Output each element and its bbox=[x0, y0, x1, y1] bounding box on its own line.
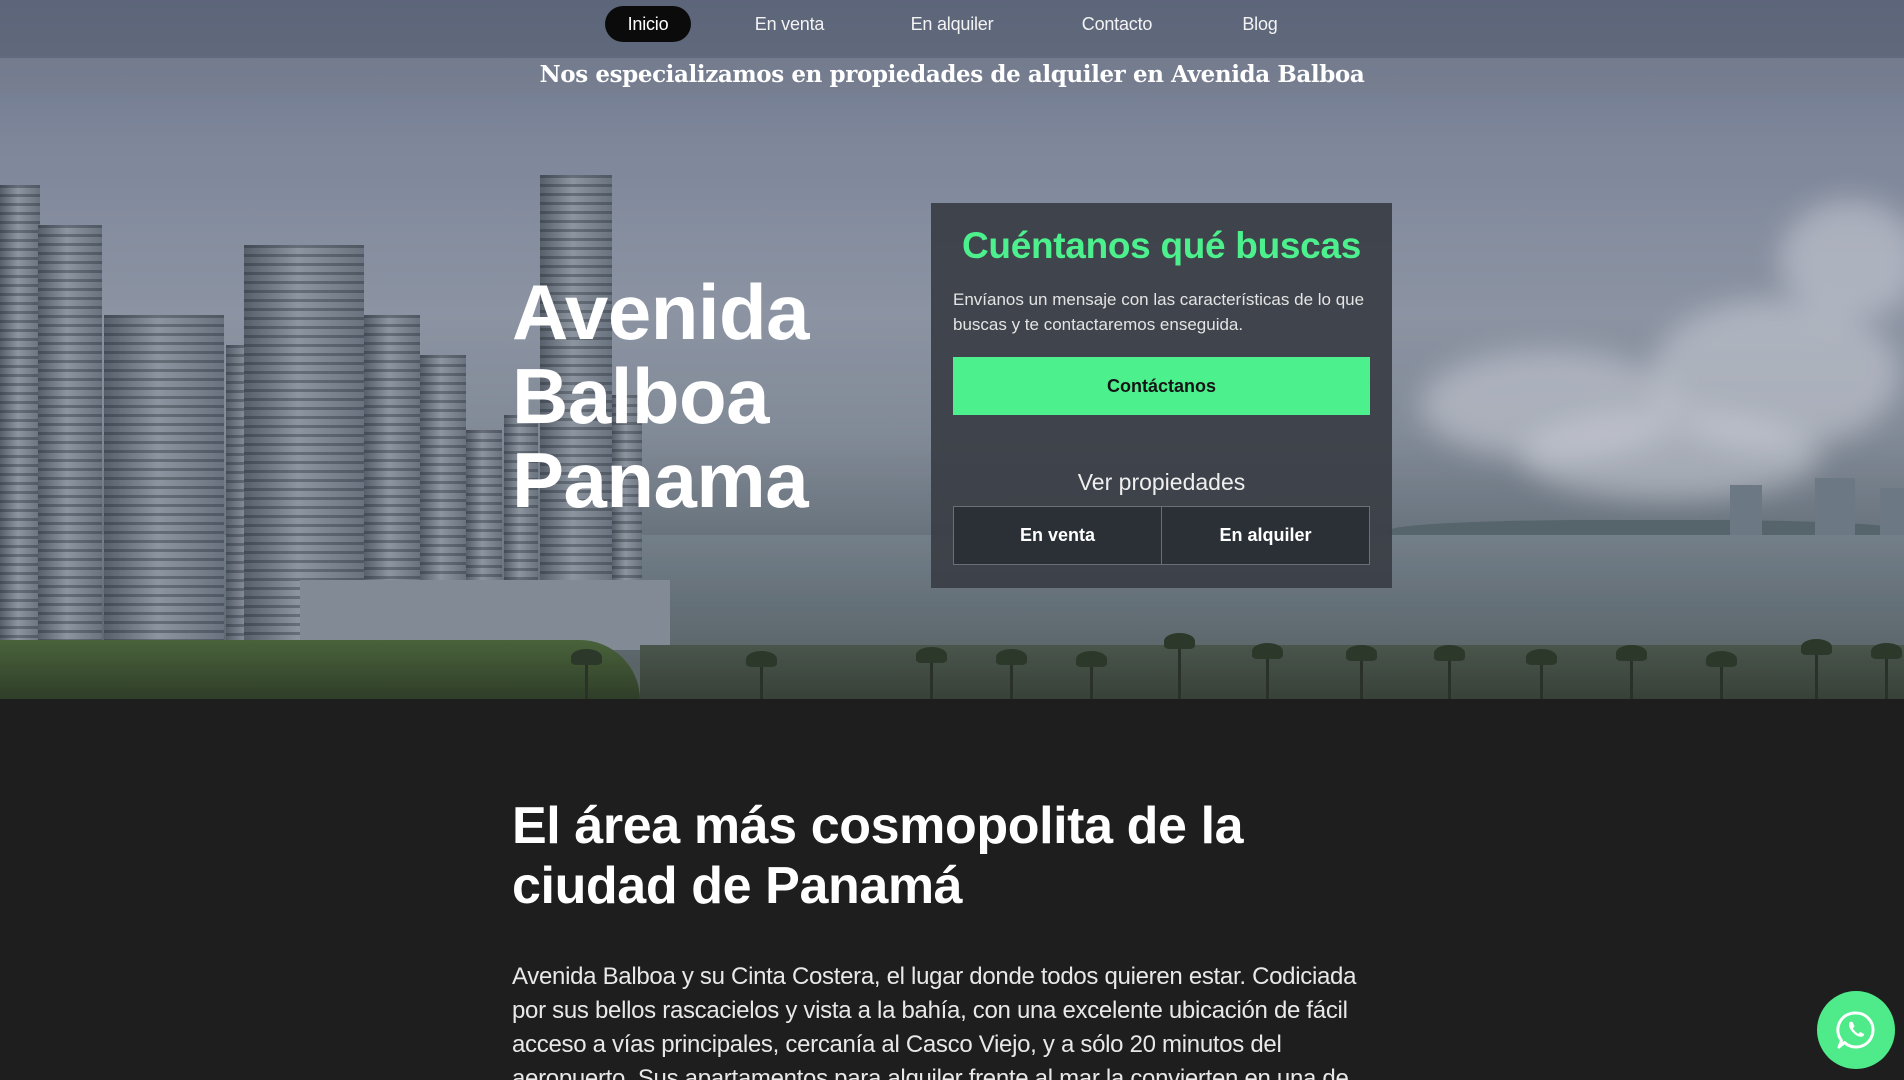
hero-title: Avenida Balboa Panama bbox=[512, 270, 932, 522]
section-body: Avenida Balboa y su Cinta Costera, el lu… bbox=[512, 963, 1357, 1080]
card-description: Envíanos un mensaje con las característi… bbox=[953, 290, 1365, 334]
contact-card: Cuéntanos qué buscas Envíanos un mensaje… bbox=[931, 203, 1392, 588]
hero-title-line: Balboa bbox=[512, 352, 770, 440]
for-sale-button[interactable]: En venta bbox=[954, 507, 1161, 564]
nav-item-contacto[interactable]: Contacto bbox=[1069, 6, 1165, 42]
hero-title-line: Avenida bbox=[512, 268, 810, 356]
hero-title-line: Panama bbox=[512, 436, 809, 524]
nav-item-en-alquiler[interactable]: En alquiler bbox=[900, 6, 1004, 42]
main-nav: Inicio En venta En alquiler Contacto Blo… bbox=[0, 6, 1904, 42]
for-rent-button[interactable]: En alquiler bbox=[1161, 507, 1369, 564]
contact-button[interactable]: Contáctanos bbox=[953, 357, 1370, 415]
view-properties-label: Ver propiedades bbox=[1077, 469, 1246, 495]
property-filter-buttons: En venta En alquiler bbox=[953, 506, 1370, 565]
card-title: Cuéntanos qué buscas bbox=[961, 225, 1362, 266]
section-title: El área más cosmopolita de la ciudad de … bbox=[512, 797, 1244, 915]
nav-item-blog[interactable]: Blog bbox=[1232, 6, 1288, 42]
whatsapp-icon bbox=[1836, 1011, 1875, 1049]
nav-item-inicio[interactable]: Inicio bbox=[605, 6, 691, 42]
nav-item-en-venta[interactable]: En venta bbox=[743, 6, 836, 42]
tagline: Nos especializamos en propiedades de alq… bbox=[539, 61, 1365, 88]
whatsapp-button[interactable] bbox=[1817, 991, 1895, 1069]
